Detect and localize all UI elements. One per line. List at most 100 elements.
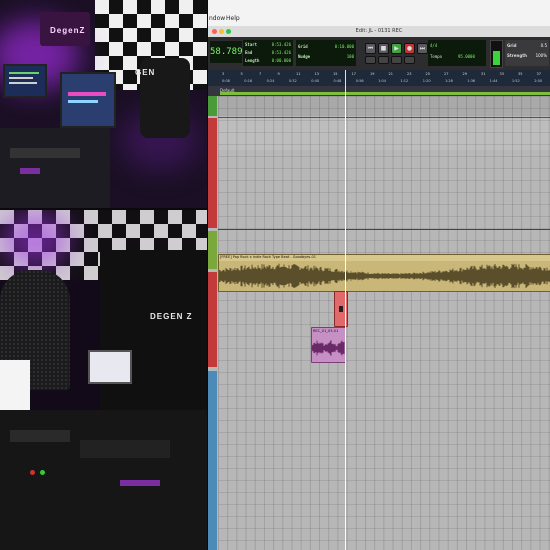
bar-number-label: 35 [518,72,523,76]
logo-sign: DEGEN Z [150,312,193,321]
timecode-label: 2:00 [534,79,543,83]
bar-number-label: 17 [351,72,356,76]
timecode-label: 1:52 [511,79,520,83]
online-button[interactable] [391,56,402,64]
menu-window[interactable]: ndow [209,15,225,22]
grid-value[interactable]: 0:10.000 [335,44,354,49]
timecode-label: 0:08 [222,79,230,83]
grid-panel-label: Grid [507,43,517,48]
grid-nudge-display: Grid 0:10.000 Nudge 100 [296,40,356,66]
record-button[interactable]: ● [404,43,415,54]
webcam-view-bottom: DEGEN Z [0,210,207,550]
timecode-label: 0:24 [266,79,275,83]
logo-sign: DegenZ [50,26,86,35]
clip-name: REC_01_03-01 [313,329,339,333]
meter-value[interactable]: 4/4 [430,43,437,48]
bar-number-label: 7 [259,72,262,76]
bar-number-label: 19 [370,72,375,76]
length-value[interactable]: 0:00.000 [272,58,291,63]
punch-button[interactable] [404,56,415,64]
level-meter [490,40,503,68]
logo-sign: GEN [135,68,156,77]
track-color-strip [208,371,217,550]
nudge-value[interactable]: 100 [347,54,354,59]
track-color-strip [208,118,217,228]
start-label: Start [245,42,258,47]
audio-clip-vocal[interactable]: REC_01_03-01 [311,327,346,363]
purple-light [0,210,70,270]
end-label: End [245,50,253,55]
bar-number-label: 33 [499,72,504,76]
loop-button[interactable] [365,56,376,64]
timecode-label: 0:56 [355,79,364,83]
timecode-label: 1:12 [400,79,409,83]
play-button[interactable]: ▶ [391,43,402,54]
tempo-value[interactable]: 95.0000 [458,54,475,59]
play-icon: ▶ [394,45,399,52]
paper-sheet [0,360,30,412]
webcam-view-top: DegenZ GEN [0,0,207,208]
waveform [219,263,550,289]
timecode-label: 0:48 [333,79,342,83]
bar-number-label: 27 [444,72,449,76]
window-title: Edit: JL - 0131 REC [355,28,403,34]
waveform [312,340,345,356]
waveform-path [219,263,550,289]
audio-clip-beat[interactable]: [FREE] Pop Rock x Indie Rock Type Beat -… [218,254,550,292]
stop-button[interactable]: ■ [378,43,389,54]
tempo-label: Tempo [430,54,443,59]
menu-bar: ndow Help [208,0,550,27]
stop-icon: ■ [380,45,387,52]
timecode-label: 1:36 [467,79,476,83]
lane-divider [218,229,550,230]
strength-label: Strength [507,53,527,58]
track-area[interactable]: [FREE] Pop Rock x Indie Rock Type Beat -… [208,96,550,550]
track-color-strip [208,231,217,269]
selection-display: Start 0:53.426 End 0:53.426 Length 0:00.000 [243,40,293,66]
length-label: Length [245,58,260,63]
marker-ruler[interactable]: Default [208,86,550,96]
start-value[interactable]: 0:53.426 [272,42,291,47]
timecode-label: 1:28 [445,79,453,83]
timecode-label: 1:20 [422,79,431,83]
record-icon: ● [406,45,413,52]
timeline-rulers[interactable]: 3 5 7 9 11 13 15 17 19 21 23 25 27 29 31 33 35 37 0:08 0:1… [208,70,550,86]
laptop-screen [88,350,132,384]
strength-value[interactable]: 100% [536,53,547,58]
prefader-button[interactable] [378,56,389,64]
bar-number-label: 3 [222,72,225,76]
timecode-label: 1:44 [489,79,498,83]
end-value[interactable]: 0:53.426 [272,50,291,55]
bar-number-label: 5 [240,72,243,76]
bar-number-label: 9 [277,72,280,76]
main-counter[interactable]: 58.789 [210,41,243,63]
grid-strength-panel: Grid 0.5 Strength 100% [505,40,549,66]
fast-forward-button[interactable]: ⏭ [417,43,428,54]
bar-number-label: 23 [407,72,412,76]
bar-number-label: 29 [462,72,467,76]
nudge-label: Nudge [298,54,311,59]
menu-help[interactable]: Help [226,15,240,22]
bar-number-label: 11 [296,72,301,76]
grid-panel-value[interactable]: 0.5 [541,43,547,48]
bar-number-label: 21 [388,72,393,76]
rewind-button[interactable]: ⏮ [365,43,376,54]
monitor-left [3,64,47,98]
marker-range [220,92,550,95]
desk-equipment [0,128,110,208]
timecode-label: 0:32 [288,79,297,83]
track-color-strip [208,272,217,367]
bar-number-label: 25 [425,72,430,76]
bar-number-label: 13 [314,72,319,76]
timecode-label: 0:40 [311,79,320,83]
monitor-right [60,72,116,128]
timecode-label: 0:16 [244,79,253,83]
daw-window: ndow Help Edit: JL - 0131 REC 58.789 Sta… [208,0,550,550]
bar-number-label: 37 [536,72,541,76]
playhead[interactable] [345,70,346,550]
rewind-icon: ⏮ [367,45,374,52]
tempo-display: 4/4 Tempo 95.0000 [428,40,486,66]
bar-number-label: 31 [481,72,486,76]
clip-marker [339,306,343,312]
track-color-strip [208,96,217,116]
